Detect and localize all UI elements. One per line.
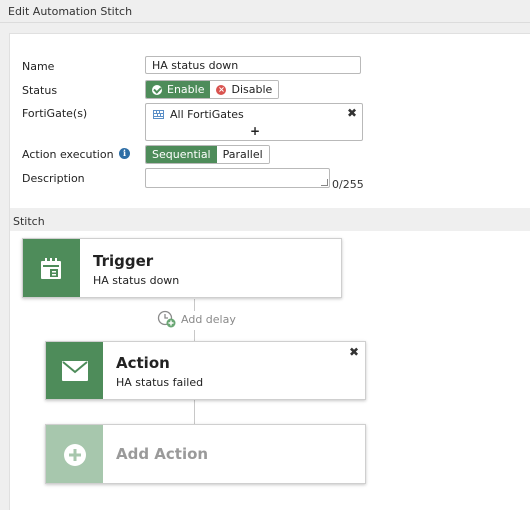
add-delay-button[interactable]: Add delay: [157, 310, 236, 328]
fortigates-value: All FortiGates: [170, 108, 244, 121]
status-disable-option[interactable]: × Disable: [210, 81, 279, 98]
add-action-label: Add Action: [116, 445, 209, 463]
envelope-icon: [62, 361, 88, 381]
action-card-sidebar: [46, 342, 103, 399]
add-fortigate-icon[interactable]: +: [250, 124, 260, 138]
check-circle-icon: [152, 84, 162, 95]
remove-action-icon[interactable]: ✖: [349, 345, 359, 359]
plus-circle-icon: [64, 444, 86, 466]
status-toggle: Enable × Disable: [145, 80, 280, 99]
x-circle-icon: ×: [216, 84, 227, 95]
name-label: Name: [22, 60, 55, 73]
edit-stitch-panel: Name HA status down Status Enable × Disa…: [9, 33, 530, 510]
remove-fortigates-icon[interactable]: ✖: [347, 106, 357, 120]
description-label: Description: [22, 172, 85, 185]
trigger-title: Trigger: [93, 252, 154, 270]
stitch-section-label: Stitch: [13, 215, 45, 228]
sequential-option[interactable]: Sequential: [146, 146, 217, 163]
fortigate-device-icon: [153, 110, 164, 119]
status-enable-label: Enable: [167, 83, 205, 96]
status-disable-label: Disable: [231, 83, 273, 96]
add-delay-label: Add delay: [181, 312, 236, 326]
action-execution-toggle: Sequential Parallel: [145, 145, 270, 164]
fortigates-field[interactable]: All FortiGates ✖ +: [145, 103, 363, 141]
action-card[interactable]: Action HA status failed ✖: [45, 341, 366, 400]
name-input[interactable]: HA status down: [145, 56, 361, 74]
connector-line: [194, 400, 195, 424]
window-title: Edit Automation Stitch: [8, 5, 133, 18]
info-icon[interactable]: i: [119, 148, 130, 159]
add-action-card[interactable]: Add Action: [45, 424, 366, 484]
action-execution-label: Action execution: [22, 148, 114, 161]
trigger-subtitle: HA status down: [93, 274, 180, 287]
description-counter: 0/255: [332, 178, 364, 191]
calendar-icon: [41, 258, 61, 279]
fortigates-label: FortiGate(s): [22, 107, 88, 120]
window-title-bar: Edit Automation Stitch: [0, 0, 530, 23]
add-action-sidebar: [46, 425, 103, 483]
clock-add-icon: [157, 310, 176, 328]
parallel-option[interactable]: Parallel: [216, 146, 269, 163]
action-title: Action: [116, 354, 170, 372]
trigger-card[interactable]: Trigger HA status down: [22, 238, 342, 298]
status-label: Status: [22, 84, 58, 97]
action-subtitle: HA status failed: [116, 376, 204, 389]
description-textarea[interactable]: [145, 168, 330, 188]
status-enable-option[interactable]: Enable: [146, 81, 211, 98]
stitch-section-header: Stitch: [10, 208, 530, 231]
trigger-card-sidebar: [23, 239, 80, 297]
